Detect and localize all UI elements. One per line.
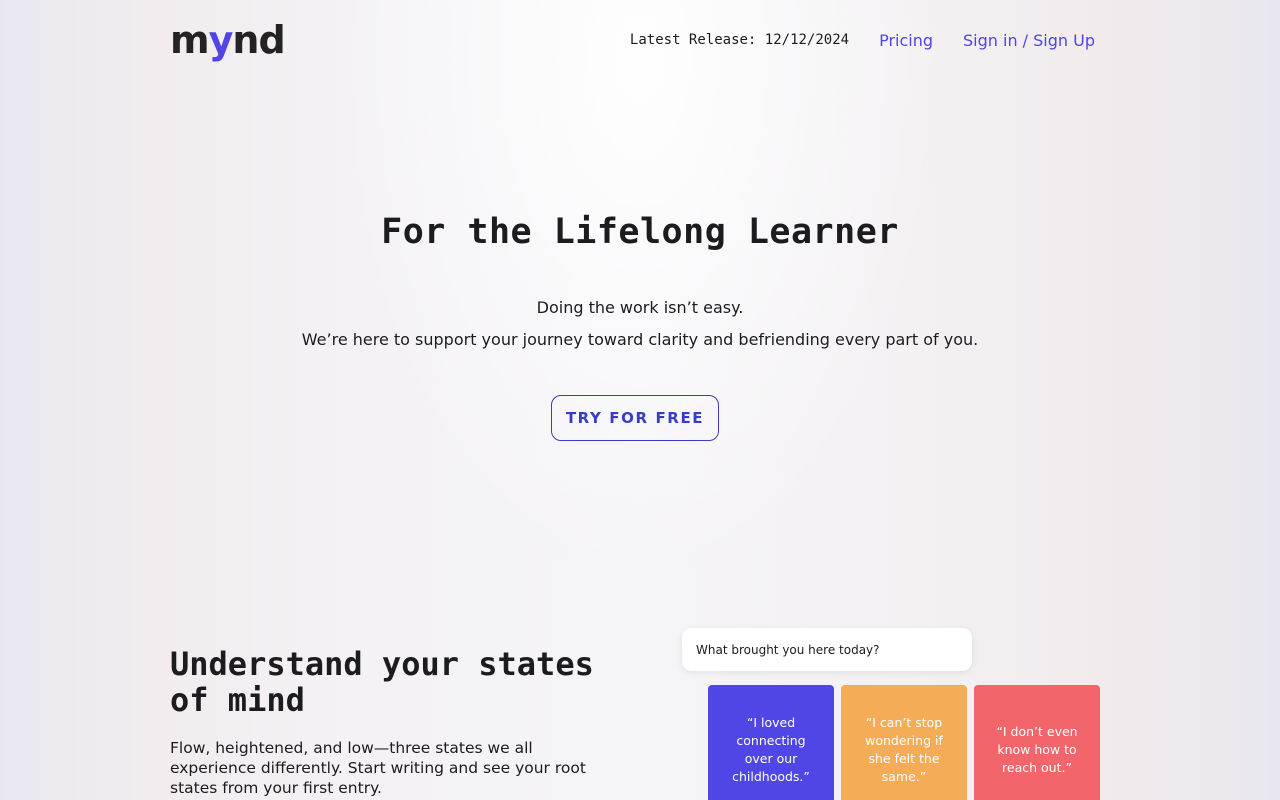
hero-subtitle-line-1: Doing the work isn’t easy.	[536, 298, 744, 317]
latest-release-text: Latest Release: 12/12/2024	[629, 32, 850, 48]
signin-signup-link[interactable]: Sign in / Sign Up	[963, 31, 1095, 50]
logo-text-y: y	[208, 18, 234, 62]
hero-subtitle-line-2: We’re here to support your journey towar…	[301, 330, 979, 349]
quote-card-low: “I don’t even know how to reach out.”	[974, 685, 1100, 800]
journal-prompt-card: What brought you here today?	[682, 628, 972, 671]
mynd-logo[interactable]: mynd	[170, 18, 286, 62]
quote-text: “I loved connecting over our childhoods.…	[732, 715, 810, 784]
site-header: mynd Latest Release: 12/12/2024 Pricing …	[170, 18, 1095, 62]
pricing-link[interactable]: Pricing	[879, 31, 933, 50]
logo-text-m: m	[170, 18, 210, 62]
try-for-free-button[interactable]: TRY FOR FREE	[551, 395, 719, 441]
quote-card-heightened: “I can’t stop wondering if she felt the …	[841, 685, 967, 800]
quote-text: “I can’t stop wondering if she felt the …	[865, 715, 943, 784]
quote-text: “I don’t even know how to reach out.”	[996, 724, 1078, 775]
states-section-description: Flow, heightened, and low—three states w…	[170, 739, 586, 797]
states-section-title: Understand your states of mind	[170, 645, 594, 719]
journal-prompt-text: What brought you here today?	[696, 642, 880, 657]
quote-card-flow: “I loved connecting over our childhoods.…	[708, 685, 834, 800]
hero-title: For the Lifelong Learner	[381, 212, 899, 252]
logo-text-nd: nd	[232, 18, 285, 62]
top-nav: Latest Release: 12/12/2024 Pricing Sign …	[630, 31, 1095, 50]
